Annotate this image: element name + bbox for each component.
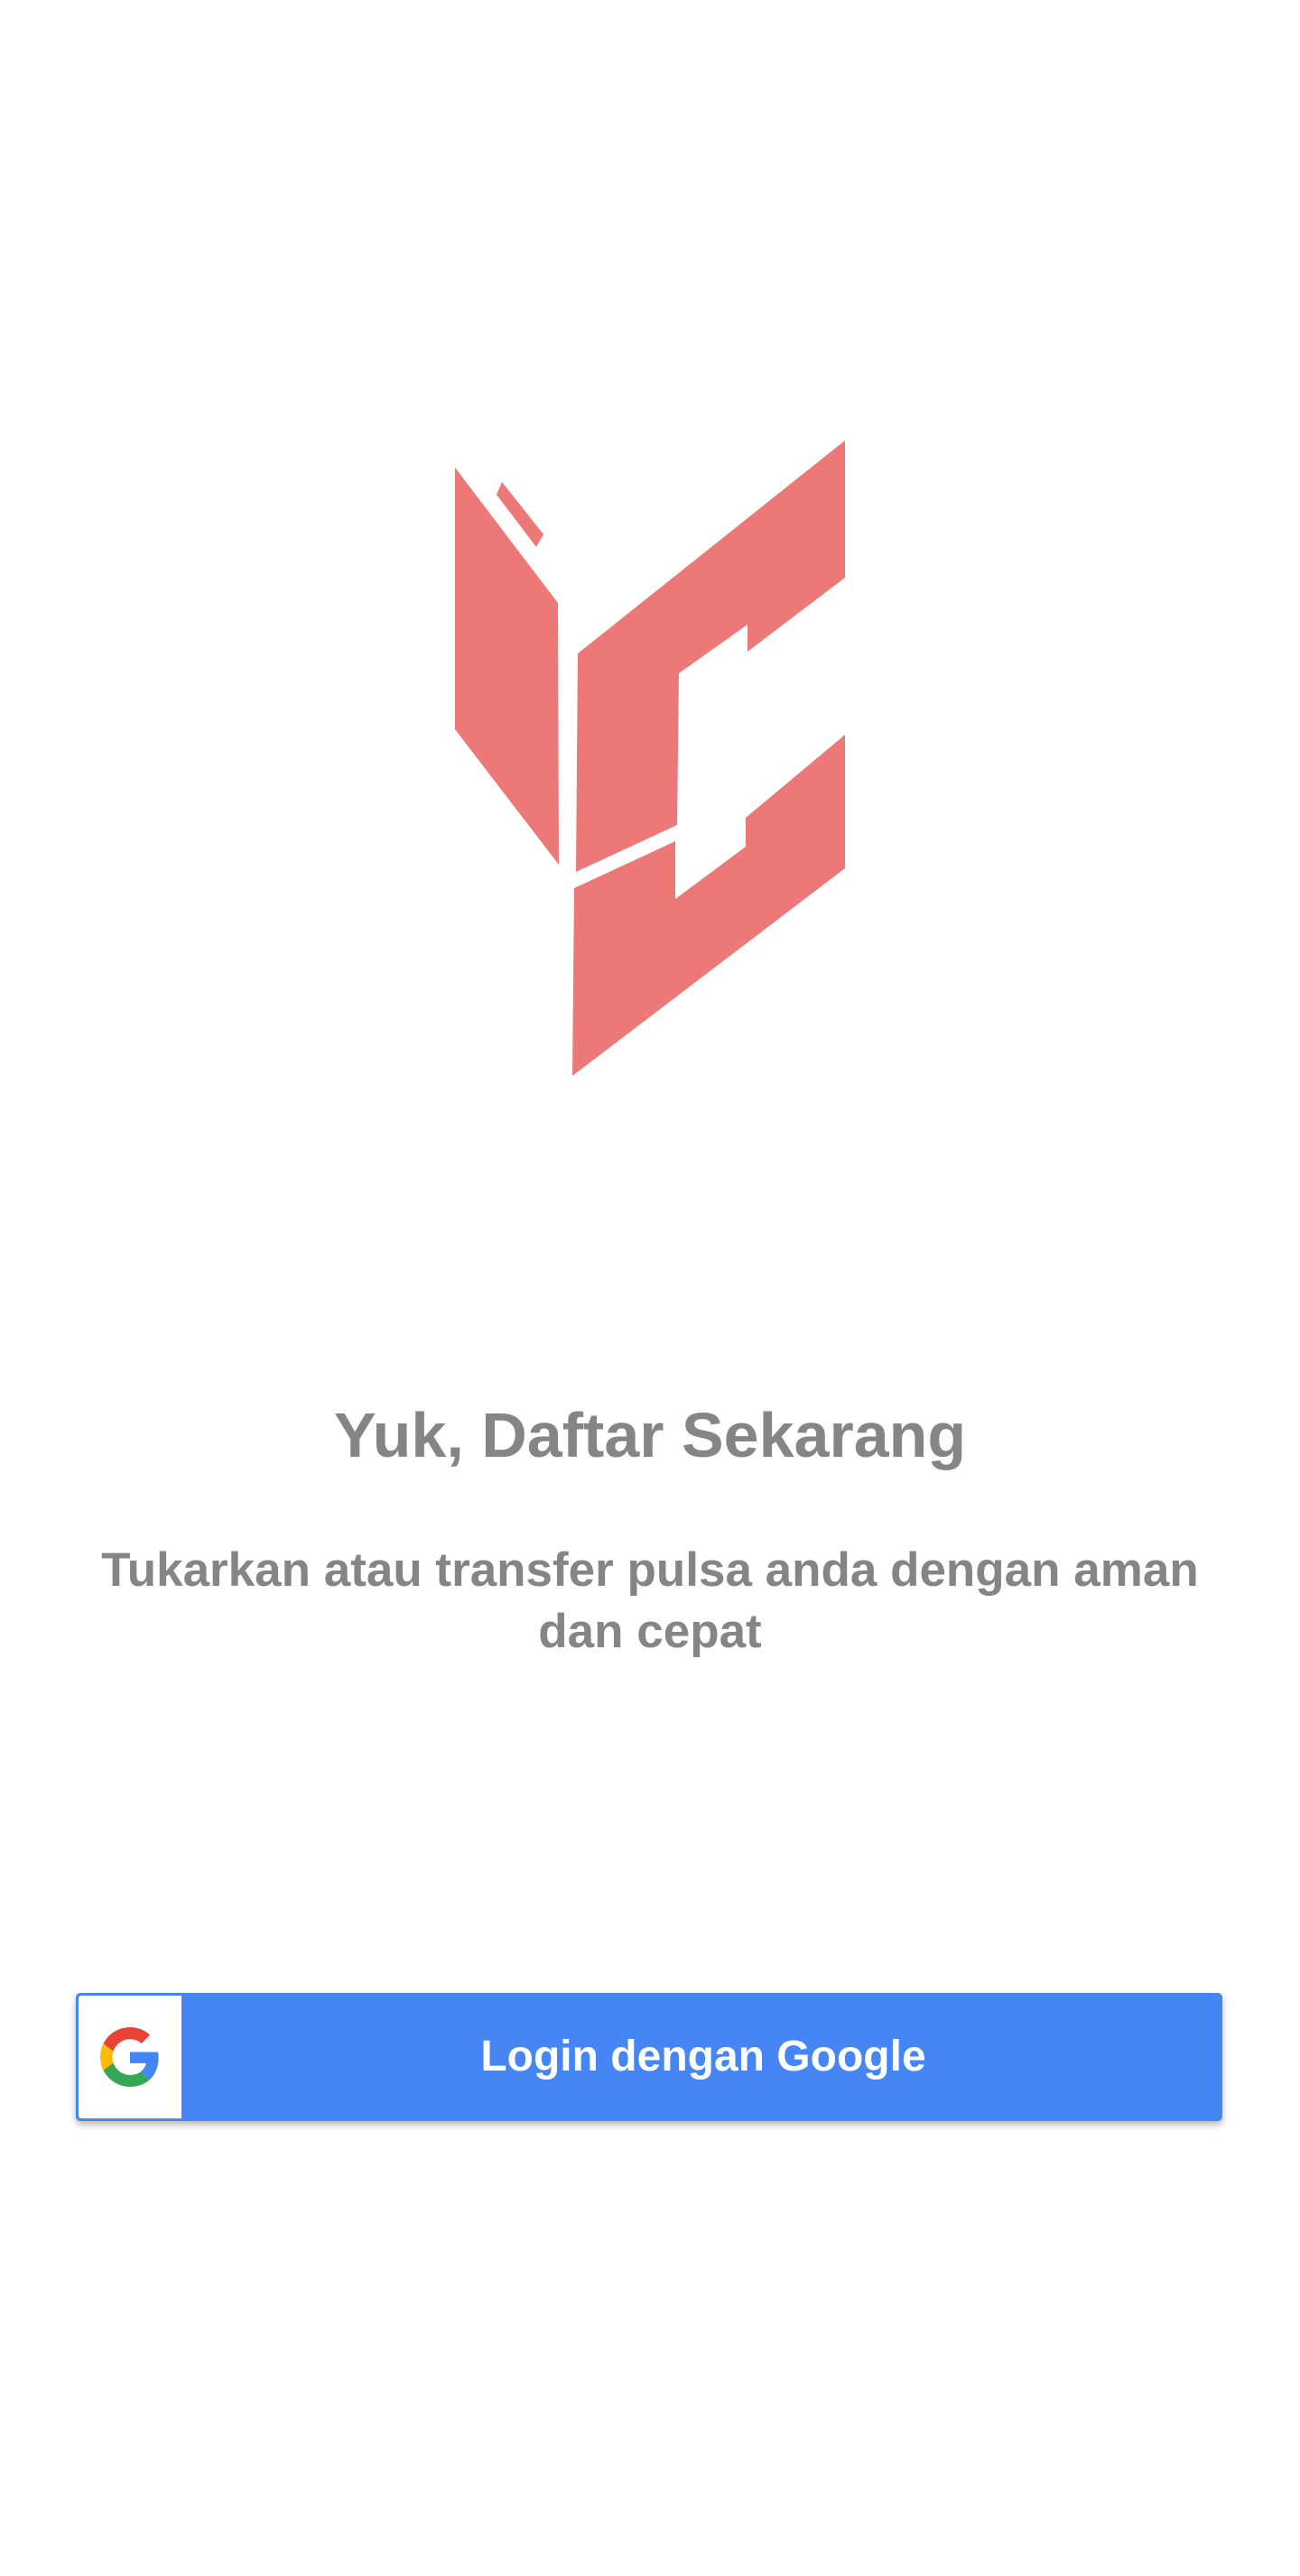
google-icon [100, 2027, 159, 2087]
google-icon-container [79, 1996, 181, 2118]
google-login-label: Login dengan Google [480, 2033, 926, 2080]
brand-logo-icon [451, 440, 849, 1076]
page-title: Yuk, Daftar Sekarang [333, 1400, 967, 1470]
page-subtitle: Tukarkan atau transfer pulsa anda dengan… [101, 1543, 1199, 1658]
google-login-button[interactable]: Login dengan Google [76, 1993, 1222, 2121]
signup-screen: Yuk, Daftar Sekarang Tukarkan atau trans… [0, 0, 1300, 2576]
